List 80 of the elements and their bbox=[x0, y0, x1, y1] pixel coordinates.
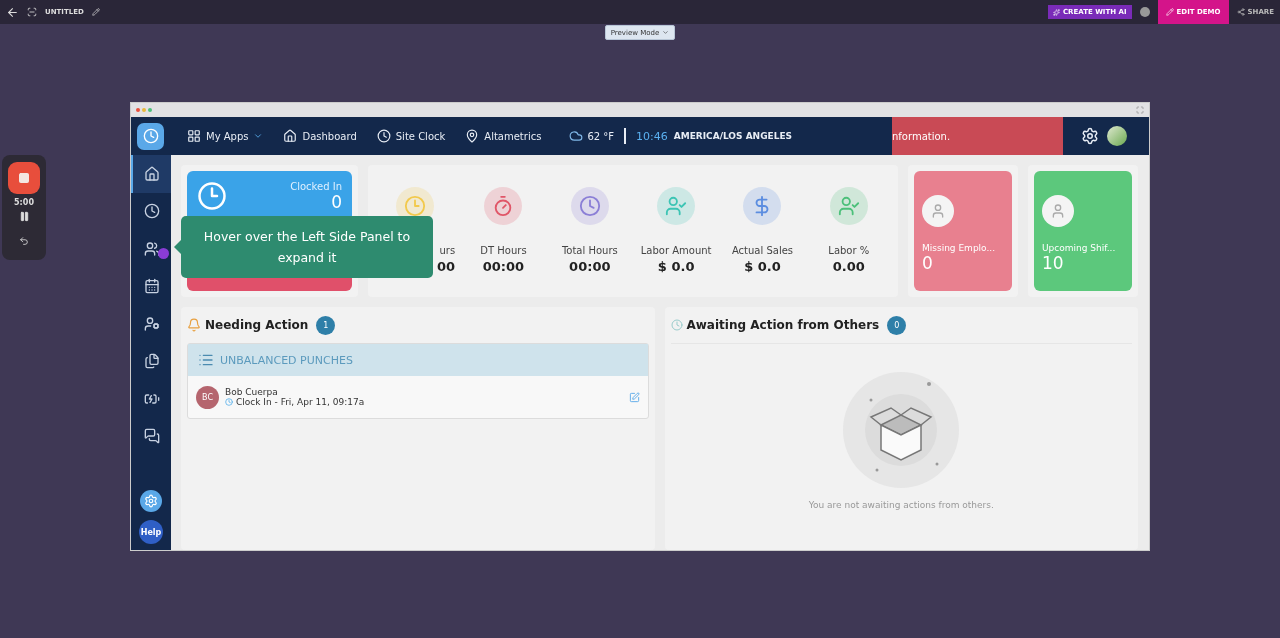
pause-icon[interactable] bbox=[18, 211, 30, 222]
clock-icon bbox=[197, 181, 227, 211]
sparkle-icon bbox=[1052, 8, 1060, 16]
card-label: Clocked In bbox=[290, 181, 342, 192]
user-avatar[interactable] bbox=[1107, 126, 1127, 146]
metric-value: 00:00 bbox=[569, 259, 611, 274]
pencil-icon[interactable] bbox=[91, 8, 100, 16]
group-title: UNBALANCED PUNCHES bbox=[220, 353, 353, 367]
settings-button[interactable] bbox=[140, 490, 162, 512]
clock-icon bbox=[142, 128, 159, 144]
metric-value: $ 0.0 bbox=[657, 259, 695, 274]
home-icon bbox=[283, 129, 298, 143]
cursor-icon bbox=[158, 248, 169, 259]
metric-value: $ 0.0 bbox=[744, 259, 781, 274]
undo-icon[interactable] bbox=[19, 236, 29, 246]
recording-time: 5:00 bbox=[14, 198, 34, 207]
clock-icon bbox=[144, 203, 160, 220]
page-icon bbox=[27, 7, 37, 17]
initials-avatar: BC bbox=[196, 385, 219, 409]
nav-link[interactable]: Altametrics bbox=[465, 129, 542, 143]
hint-tooltip: Hover over the Left Side Panel to expand it bbox=[181, 216, 433, 278]
metric-label: DT Hours bbox=[480, 245, 527, 256]
clock-icon bbox=[376, 129, 391, 143]
card-value: 0 bbox=[922, 253, 934, 273]
card-value: 0 bbox=[331, 192, 342, 212]
chat-icon bbox=[144, 428, 160, 445]
stop-button[interactable] bbox=[8, 162, 40, 194]
share-icon bbox=[1236, 8, 1245, 16]
apps-icon bbox=[187, 129, 201, 143]
bell-icon bbox=[187, 318, 201, 332]
user-icon bbox=[144, 315, 160, 332]
empty-message: You are not awaiting actions from others. bbox=[808, 500, 994, 510]
panel-title: Awaiting Action from Others bbox=[686, 318, 880, 332]
edit-icon bbox=[628, 391, 640, 403]
caret-icon bbox=[253, 131, 264, 141]
weather-text: 62 °F bbox=[569, 129, 615, 143]
clock-icon bbox=[225, 398, 233, 406]
stop-icon bbox=[18, 172, 30, 184]
user-icon bbox=[922, 195, 954, 227]
sidebar-item[interactable] bbox=[131, 155, 171, 193]
files-icon bbox=[144, 353, 160, 370]
avatar-icon[interactable] bbox=[1139, 7, 1150, 17]
metric-value: 0.00 bbox=[832, 259, 865, 274]
punch-detail: Clock In - Fri, Apr 11, 09:17a bbox=[236, 397, 365, 407]
settings-button[interactable] bbox=[1081, 127, 1099, 145]
metric-label: urs bbox=[439, 245, 456, 256]
calendar-icon bbox=[144, 278, 160, 295]
nav-link[interactable]: Site Clock bbox=[376, 129, 446, 143]
count-badge: 0 bbox=[887, 315, 907, 335]
help-button[interactable]: Help bbox=[139, 520, 163, 544]
metric-value: 00 bbox=[437, 259, 456, 274]
panel-title: Needing Action bbox=[205, 318, 309, 332]
list-icon bbox=[198, 352, 214, 368]
pencil-icon bbox=[1165, 8, 1174, 16]
settings-icon bbox=[1081, 127, 1099, 145]
card-value: 10 bbox=[1042, 253, 1065, 273]
settings-icon bbox=[144, 494, 158, 508]
cloud-icon bbox=[569, 129, 584, 143]
card-label: Upcoming Shif... bbox=[1042, 243, 1117, 253]
users-icon bbox=[144, 240, 160, 257]
card-label: Missing Emplo... bbox=[922, 243, 997, 253]
metric-label: Labor % bbox=[828, 245, 870, 256]
metric-label: Actual Sales bbox=[731, 245, 794, 256]
timezone-text: AMERICA/LOS ANGELES bbox=[673, 131, 793, 141]
user-icon bbox=[1042, 195, 1074, 227]
clock-time: 10:46 bbox=[636, 129, 668, 143]
count-badge: 1 bbox=[316, 315, 336, 335]
logo-icon[interactable] bbox=[137, 122, 164, 150]
back-icon[interactable] bbox=[6, 5, 19, 19]
metric-label: Total Hours bbox=[561, 245, 618, 256]
nav-link[interactable]: My Apps bbox=[187, 129, 264, 143]
home-icon bbox=[144, 165, 160, 182]
employee-name: Bob Cuerpa bbox=[225, 387, 279, 397]
alert-banner: nformation. bbox=[892, 117, 1063, 155]
clock-icon bbox=[670, 319, 683, 331]
metric-label: Labor Amount bbox=[640, 245, 712, 256]
nav-link[interactable]: Dashboard bbox=[283, 129, 357, 143]
metric-value: 00:00 bbox=[482, 259, 525, 274]
caret-icon bbox=[662, 29, 670, 36]
pin-icon bbox=[465, 129, 480, 143]
